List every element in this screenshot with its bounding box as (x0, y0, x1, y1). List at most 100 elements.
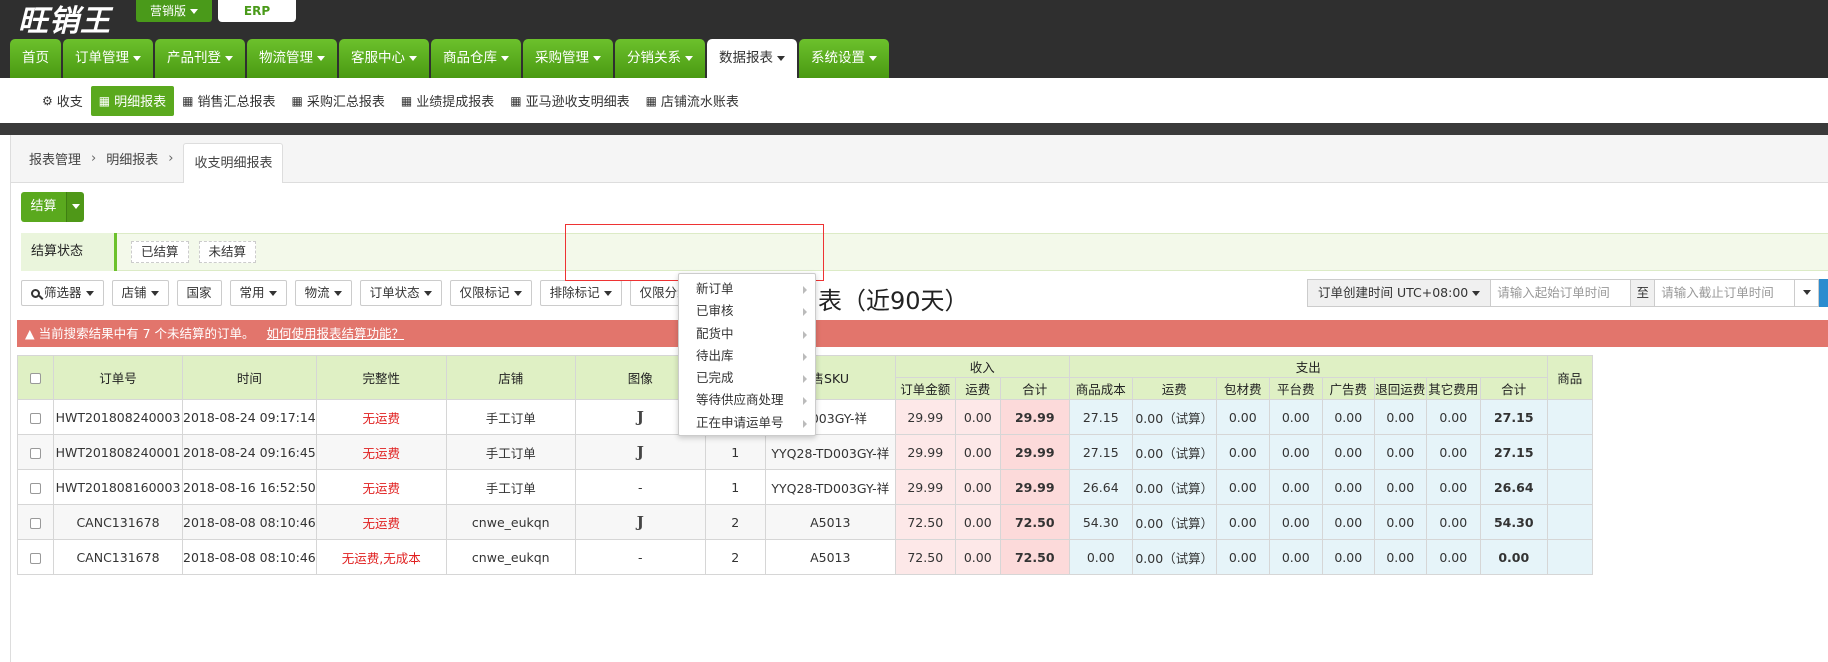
date-type-select[interactable]: 订单创建时间 UTC+08:00 (1307, 279, 1492, 307)
header-income-1[interactable]: 运费 (954, 377, 1001, 400)
product-thumbnail[interactable]: J (637, 443, 644, 461)
nav-tab-9[interactable]: 系统设置 (799, 39, 889, 78)
image-placeholder: - (638, 479, 643, 495)
nav-tab-7[interactable]: 分销关系 (615, 39, 705, 78)
nav-tab-0[interactable]: 首页 (10, 39, 61, 78)
cell-platform: 0.00 (1268, 434, 1323, 470)
breadcrumb-current-tab[interactable]: 收支明细报表 (183, 142, 284, 183)
subnav-item-3[interactable]: ▦ 采购汇总报表 (284, 86, 393, 116)
erp-button[interactable]: ERP (218, 0, 296, 22)
subnav-item-2[interactable]: ▦ 销售汇总报表 (174, 86, 283, 116)
row-checkbox[interactable] (30, 552, 41, 564)
cell-order-no[interactable]: HWT201808160003 (53, 469, 183, 505)
filter-button-5[interactable]: 订单状态 (359, 280, 442, 306)
cell-return-freight: 0.00 (1373, 504, 1427, 540)
row-checkbox[interactable] (30, 447, 41, 459)
breadcrumb-item-detail-report[interactable]: 明细报表 (106, 149, 158, 168)
dropdown-item-0[interactable]: 新订单 (679, 278, 815, 300)
dropdown-item-3[interactable]: 待出库 (679, 345, 815, 367)
nav-tab-1[interactable]: 订单管理 (63, 39, 153, 78)
filter-button-4[interactable]: 物流 (294, 280, 352, 306)
cell-income-freight: 0.00 (954, 504, 1001, 540)
header-income-0[interactable]: 订单金额 (894, 377, 956, 400)
cell-integrity: 无运费 (315, 434, 447, 470)
subnav-item-5[interactable]: ▦ 亚马逊收支明细表 (502, 86, 637, 116)
filter-button-2[interactable]: 国家 (176, 280, 222, 306)
date-dropdown-toggle[interactable] (1795, 279, 1820, 307)
row-checkbox[interactable] (30, 517, 41, 529)
nav-tab-4[interactable]: 客服中心 (339, 39, 429, 78)
cell-expense-total: 27.15 (1479, 399, 1548, 435)
breadcrumb-item-report-management[interactable]: 报表管理 (29, 149, 81, 168)
nav-tab-5[interactable]: 商品仓库 (431, 39, 521, 78)
edition-selector[interactable]: 营销版 (136, 0, 212, 22)
header-shop[interactable]: 店铺 (445, 355, 576, 400)
chevron-right-icon (803, 419, 807, 428)
product-thumbnail[interactable]: J (637, 408, 644, 426)
subnav-item-6[interactable]: ▦ 店铺流水账表 (638, 86, 747, 116)
settle-button[interactable]: 结算 (21, 192, 66, 222)
product-thumbnail[interactable]: J (637, 513, 644, 531)
subnav-item-1[interactable]: ▦ 明细报表 (90, 85, 175, 116)
header-expense-7[interactable]: 合计 (1479, 377, 1548, 400)
grid-icon: ▦ (98, 93, 111, 108)
nav-tab-3[interactable]: 物流管理 (247, 39, 337, 78)
subnav-item-4[interactable]: ▦ 业绩提成报表 (393, 86, 502, 116)
header-expense-0[interactable]: 商品成本 (1068, 377, 1133, 400)
dropdown-item-label: 已审核 (696, 303, 734, 319)
filter-button-7[interactable]: 排除标记 (539, 280, 622, 306)
header-time[interactable]: 时间 (182, 355, 317, 400)
header-expense-5[interactable]: 退回运费 (1373, 377, 1427, 400)
help-link[interactable]: 如何使用报表结算功能？ (267, 326, 405, 341)
logo[interactable]: 旺销王 (18, 0, 111, 40)
status-option-unsettled[interactable]: 未结算 (198, 241, 257, 263)
subnav-item-0[interactable]: ⚙ 收支 (34, 86, 91, 116)
header-expense-4[interactable]: 广告费 (1321, 377, 1375, 400)
header-expense-6[interactable]: 其它费用 (1425, 377, 1481, 400)
status-option-settled[interactable]: 已结算 (131, 241, 189, 263)
nav-tab-8[interactable]: 数据报表 (707, 39, 797, 78)
header-expense-3[interactable]: 平台费 (1268, 377, 1323, 400)
dropdown-item-5[interactable]: 等待供应商处理 (679, 389, 815, 411)
dropdown-item-4[interactable]: 已完成 (679, 367, 815, 389)
filter-button-1[interactable]: 店铺 (111, 280, 169, 306)
header-expense-1[interactable]: 运费 (1131, 377, 1217, 400)
subnav-item-label: 店铺流水账表 (660, 95, 739, 110)
cell-ads: 0.00 (1321, 434, 1375, 470)
header-income-2[interactable]: 合计 (999, 377, 1070, 400)
cell-ads: 0.00 (1321, 399, 1375, 435)
filter-button-label: 排除标记 (549, 285, 600, 300)
cell-extra (1546, 539, 1593, 575)
dropdown-item-6[interactable]: 正在申请运单号 (679, 412, 815, 434)
filter-button-3[interactable]: 常用 (229, 280, 287, 306)
select-all-checkbox[interactable] (30, 373, 41, 384)
end-date-input[interactable]: 请输入截止订单时间 (1655, 279, 1796, 307)
filter-button-0[interactable]: 筛选器 (21, 280, 104, 306)
start-date-input[interactable]: 请输入起始订单时间 (1491, 279, 1632, 307)
nav-tab-label: 采购管理 (535, 50, 589, 66)
cell-order-no[interactable]: HWT201808240001 (53, 434, 183, 470)
chevron-right-icon (803, 330, 807, 339)
chevron-down-icon (1472, 291, 1481, 296)
date-to-label: 至 (1631, 279, 1656, 307)
nav-tab-2[interactable]: 产品刊登 (155, 39, 245, 78)
cell-order-no[interactable]: HWT201808240003 (53, 399, 183, 435)
dropdown-item-2[interactable]: 配货中 (679, 323, 815, 345)
date-search-button[interactable] (1819, 279, 1828, 307)
header-order-no[interactable]: 订单号 (53, 355, 183, 400)
header-integrity[interactable]: 完整性 (315, 355, 447, 400)
dropdown-item-1[interactable]: 已审核 (679, 300, 815, 322)
chevron-down-icon (268, 291, 277, 296)
nav-tab-label: 物流管理 (259, 50, 313, 66)
header-expense-2[interactable]: 包材费 (1215, 377, 1270, 400)
cell-order-no[interactable]: CANC131678 (53, 504, 183, 540)
filter-button-6[interactable]: 仅限标记 (449, 280, 532, 306)
row-checkbox[interactable] (30, 482, 41, 494)
settle-dropdown-toggle[interactable] (66, 192, 84, 222)
filter-button-label: 店铺 (121, 285, 147, 300)
row-checkbox[interactable] (30, 412, 41, 424)
cell-order-no[interactable]: CANC131678 (53, 539, 183, 575)
cell-shop: 手工订单 (445, 469, 576, 505)
cell-income-freight: 0.00 (954, 434, 1001, 470)
nav-tab-6[interactable]: 采购管理 (523, 39, 613, 78)
